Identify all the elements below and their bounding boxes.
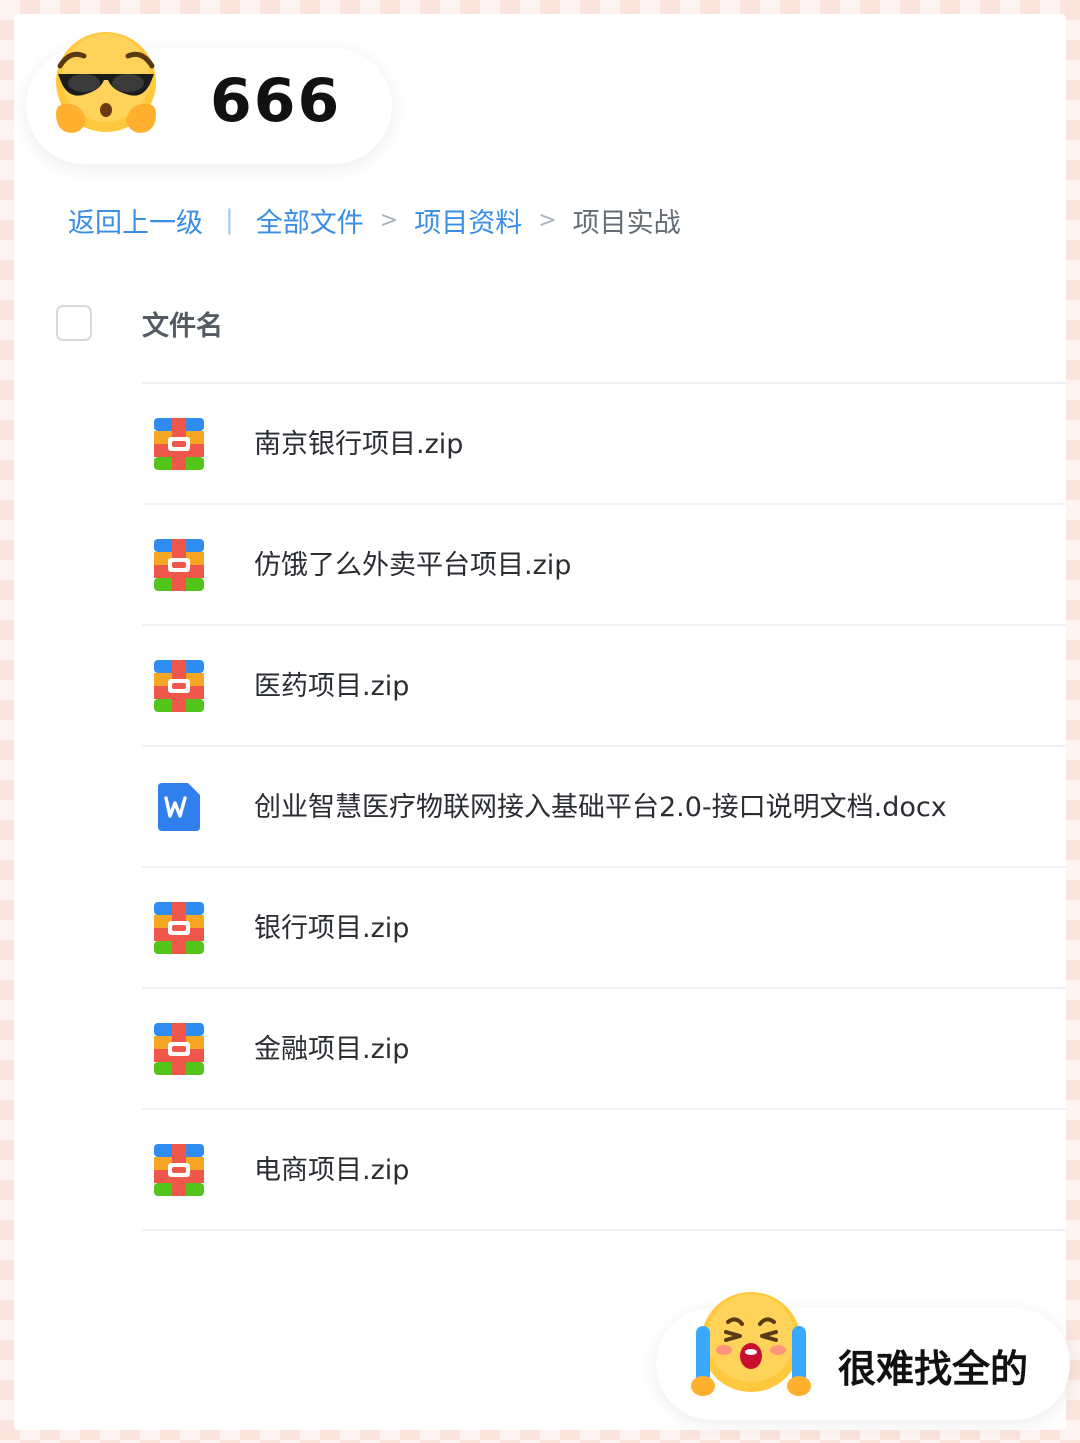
sticker-caption: 很难找全的 xyxy=(838,1347,1029,1391)
file-row[interactable]: 创业智慧医疗物联网接入基础平台2.0-接口说明文档.docx xyxy=(142,747,1066,868)
file-name[interactable]: 金融项目.zip xyxy=(254,1027,409,1066)
breadcrumb-divider: | xyxy=(225,205,234,235)
zip-archive-icon xyxy=(154,1023,204,1075)
breadcrumb-project-materials[interactable]: 项目资料 xyxy=(414,201,522,240)
filename-column-header[interactable]: 文件名 xyxy=(142,304,223,343)
file-row[interactable]: 南京银行项目.zip xyxy=(142,384,1066,505)
file-row[interactable]: 银行项目.zip xyxy=(142,868,1066,989)
file-row[interactable]: 医药项目.zip xyxy=(142,626,1066,747)
file-name[interactable]: 南京银行项目.zip xyxy=(254,422,463,461)
breadcrumb-current: 项目实战 xyxy=(572,207,681,239)
file-name[interactable]: 仿饿了么外卖平台项目.zip xyxy=(254,543,571,582)
zip-archive-icon xyxy=(154,902,204,954)
sticker-666-text: 666 xyxy=(210,66,342,136)
select-all-checkbox[interactable] xyxy=(56,305,92,341)
file-name[interactable]: 银行项目.zip xyxy=(254,906,409,945)
sticker-hard-to-find: 很难找全的 xyxy=(656,1292,1070,1420)
zip-archive-icon xyxy=(154,418,204,470)
breadcrumb: 返回上一级 | 全部文件 > 项目资料 > 项目实战 xyxy=(68,198,681,242)
back-link[interactable]: 返回上一级 xyxy=(68,201,203,240)
zip-archive-icon xyxy=(154,1144,204,1196)
zip-archive-icon xyxy=(154,539,204,591)
file-row[interactable]: 金融项目.zip xyxy=(142,989,1066,1110)
file-name[interactable]: 医药项目.zip xyxy=(254,664,409,703)
file-name[interactable]: 电商项目.zip xyxy=(254,1148,409,1187)
file-row[interactable]: 仿饿了么外卖平台项目.zip xyxy=(142,505,1066,626)
chevron-right-icon: > xyxy=(538,207,557,233)
word-doc-icon xyxy=(154,781,204,833)
sticker-666: 666 xyxy=(26,32,392,164)
file-name[interactable]: 创业智慧医疗物联网接入基础平台2.0-接口说明文档.docx xyxy=(254,785,947,824)
crying-emoji-icon xyxy=(690,1286,812,1398)
file-row[interactable]: 电商项目.zip xyxy=(142,1110,1066,1231)
chevron-right-icon: > xyxy=(379,207,399,233)
file-list: 南京银行项目.zip 仿饿了么外卖平台项目.zip 医药项目.zip 创业智慧医疗物联… xyxy=(142,384,1066,1231)
breadcrumb-all-files[interactable]: 全部文件 xyxy=(256,201,364,240)
zip-archive-icon xyxy=(154,660,204,712)
cool-sunglasses-emoji-icon xyxy=(50,28,162,140)
